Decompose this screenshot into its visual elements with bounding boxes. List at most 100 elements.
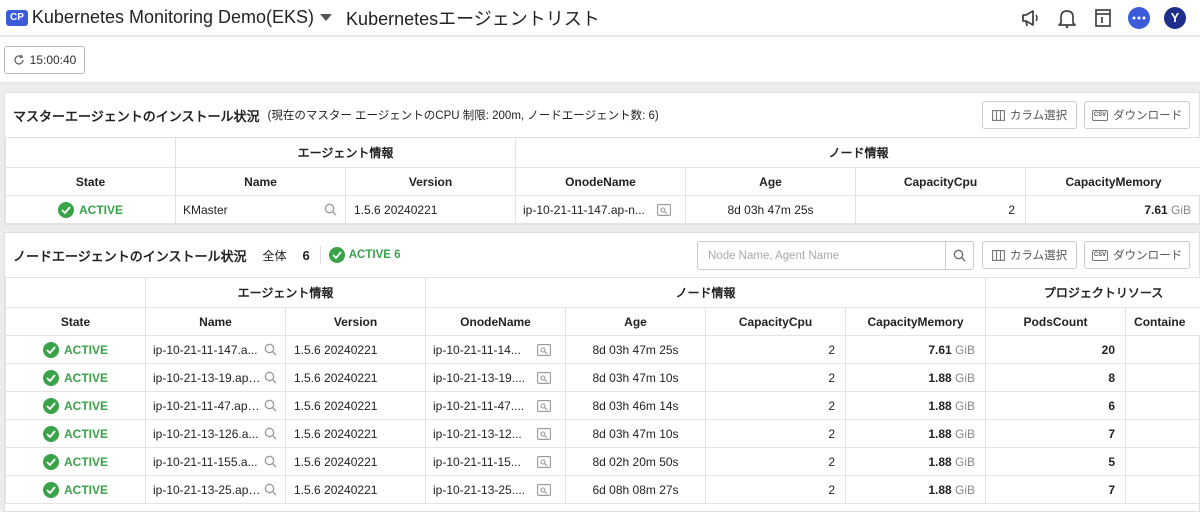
- memory-cell: 1.88 GiB: [846, 420, 986, 448]
- memory-cell: 1.88 GiB: [846, 476, 986, 504]
- download-button[interactable]: CSV ダウンロード: [1084, 241, 1190, 269]
- containers-cell: [1126, 364, 1200, 392]
- search-icon[interactable]: [264, 427, 277, 440]
- col-header-name[interactable]: Name: [146, 308, 286, 336]
- agent-name: ip-10-21-13-19.ap-...: [153, 371, 261, 385]
- group-header-blank: [6, 138, 176, 168]
- master-panel-subtitle: (現在のマスター エージェントのCPU 制限: 200m, ノードエージェント数…: [267, 107, 658, 123]
- table-row[interactable]: ACTIVE ip-10-21-13-19.ap-... 1.5.6 20240…: [6, 364, 1200, 392]
- col-header-version[interactable]: Version: [346, 168, 516, 196]
- chat-icon[interactable]: [1128, 7, 1150, 29]
- onode-name: ip-10-21-11-15...: [433, 455, 541, 469]
- col-header-age[interactable]: Age: [686, 168, 856, 196]
- check-circle-icon: [43, 426, 59, 442]
- node-detail-icon[interactable]: [537, 428, 551, 440]
- document-icon[interactable]: [1092, 7, 1114, 29]
- node-detail-icon[interactable]: [657, 204, 671, 216]
- column-select-label: カラム選択: [1010, 107, 1067, 123]
- memory-value: 1.88: [928, 371, 951, 385]
- col-header-onodename[interactable]: OnodeName: [516, 168, 686, 196]
- col-header-version[interactable]: Version: [286, 308, 426, 336]
- state-label: ACTIVE: [64, 343, 108, 357]
- onode-name: ip-10-21-13-25....: [433, 483, 541, 497]
- search-icon[interactable]: [264, 455, 277, 468]
- onode-name: ip-10-21-13-19....: [433, 371, 541, 385]
- col-header-containers[interactable]: Containe: [1126, 308, 1200, 336]
- onode-name: ip-10-21-11-14...: [433, 343, 541, 357]
- node-detail-icon[interactable]: [537, 400, 551, 412]
- onode-cell: ip-10-21-13-12...: [426, 420, 566, 448]
- group-header-blank: [6, 278, 146, 308]
- containers-cell: [1126, 476, 1200, 504]
- search-icon[interactable]: [324, 203, 337, 216]
- agent-name: ip-10-21-11-47.ap-...: [153, 399, 261, 413]
- table-row[interactable]: ACTIVE ip-10-21-11-147.a... 1.5.6 202402…: [6, 336, 1200, 364]
- state-label: ACTIVE: [64, 399, 108, 413]
- state-cell: ACTIVE: [6, 476, 146, 504]
- table-row[interactable]: ACTIVE KMaster 1.5.6 20240221 ip-10-21-1…: [6, 196, 1200, 224]
- col-header-name[interactable]: Name: [176, 168, 346, 196]
- col-header-capacitycpu[interactable]: CapacityCpu: [706, 308, 846, 336]
- col-header-capacitycpu[interactable]: CapacityCpu: [856, 168, 1026, 196]
- name-cell: ip-10-21-11-147.a...: [146, 336, 286, 364]
- node-detail-icon[interactable]: [537, 456, 551, 468]
- check-circle-icon: [43, 454, 59, 470]
- search-input[interactable]: [698, 242, 945, 269]
- search-icon[interactable]: [264, 343, 277, 356]
- col-header-age[interactable]: Age: [566, 308, 706, 336]
- cpu-cell: 2: [856, 196, 1026, 224]
- memory-value: 1.88: [928, 399, 951, 413]
- column-select-button[interactable]: カラム選択: [982, 101, 1077, 129]
- col-header-state[interactable]: State: [6, 308, 146, 336]
- col-header-capacitymemory[interactable]: CapacityMemory: [846, 308, 986, 336]
- cpu-cell: 2: [706, 420, 846, 448]
- top-header: CP Kubernetes Monitoring Demo(EKS) Kuber…: [0, 0, 1200, 36]
- refresh-time-button[interactable]: 15:00:40: [4, 46, 85, 74]
- column-select-label: カラム選択: [1010, 247, 1067, 263]
- node-detail-icon[interactable]: [537, 484, 551, 496]
- col-header-capacitymemory[interactable]: CapacityMemory: [1026, 168, 1200, 196]
- col-header-podscount[interactable]: PodsCount: [986, 308, 1126, 336]
- column-select-button[interactable]: カラム選択: [982, 241, 1077, 269]
- name-cell: ip-10-21-11-155.a...: [146, 448, 286, 476]
- col-header-onodename[interactable]: OnodeName: [426, 308, 566, 336]
- table-row[interactable]: ACTIVE ip-10-21-11-47.ap-... 1.5.6 20240…: [6, 392, 1200, 420]
- table-row[interactable]: ACTIVE ip-10-21-13-126.a... 1.5.6 202402…: [6, 420, 1200, 448]
- name-cell: KMaster: [176, 196, 346, 224]
- name-cell: ip-10-21-11-47.ap-...: [146, 392, 286, 420]
- check-circle-icon: [43, 398, 59, 414]
- memory-unit: GiB: [955, 483, 975, 497]
- divider: [320, 246, 321, 264]
- search-icon[interactable]: [264, 371, 277, 384]
- version-cell: 1.5.6 20240221: [286, 336, 426, 364]
- name-cell: ip-10-21-13-19.ap-...: [146, 364, 286, 392]
- check-circle-icon: [43, 342, 59, 358]
- memory-unit: GiB: [955, 343, 975, 357]
- node-detail-icon[interactable]: [537, 344, 551, 356]
- agent-name: KMaster: [183, 203, 321, 217]
- table-row[interactable]: ACTIVE ip-10-21-11-155.a... 1.5.6 202402…: [6, 448, 1200, 476]
- megaphone-icon[interactable]: [1020, 7, 1042, 29]
- group-header-agent: エージェント情報: [176, 138, 516, 168]
- state-label: ACTIVE: [64, 371, 108, 385]
- containers-cell: [1126, 336, 1200, 364]
- state-label: ACTIVE: [64, 427, 108, 441]
- search-icon[interactable]: [264, 399, 277, 412]
- download-button[interactable]: CSV ダウンロード: [1084, 101, 1190, 129]
- pods-count-cell: 6: [986, 392, 1126, 420]
- search-icon[interactable]: [264, 483, 277, 496]
- bell-icon[interactable]: [1056, 7, 1078, 29]
- col-header-state[interactable]: State: [6, 168, 176, 196]
- state-label: ACTIVE: [64, 483, 108, 497]
- avatar[interactable]: Y: [1164, 7, 1186, 29]
- project-name[interactable]: Kubernetes Monitoring Demo(EKS): [32, 7, 314, 28]
- node-detail-icon[interactable]: [537, 372, 551, 384]
- chevron-down-icon[interactable]: [320, 14, 332, 21]
- onode-cell: ip-10-21-11-47....: [426, 392, 566, 420]
- memory-value: 1.88: [928, 427, 951, 441]
- check-circle-icon: [43, 482, 59, 498]
- pods-count-cell: 20: [986, 336, 1126, 364]
- check-circle-icon: [43, 370, 59, 386]
- search-button[interactable]: [945, 242, 973, 269]
- table-row[interactable]: ACTIVE ip-10-21-13-25.ap-... 1.5.6 20240…: [6, 476, 1200, 504]
